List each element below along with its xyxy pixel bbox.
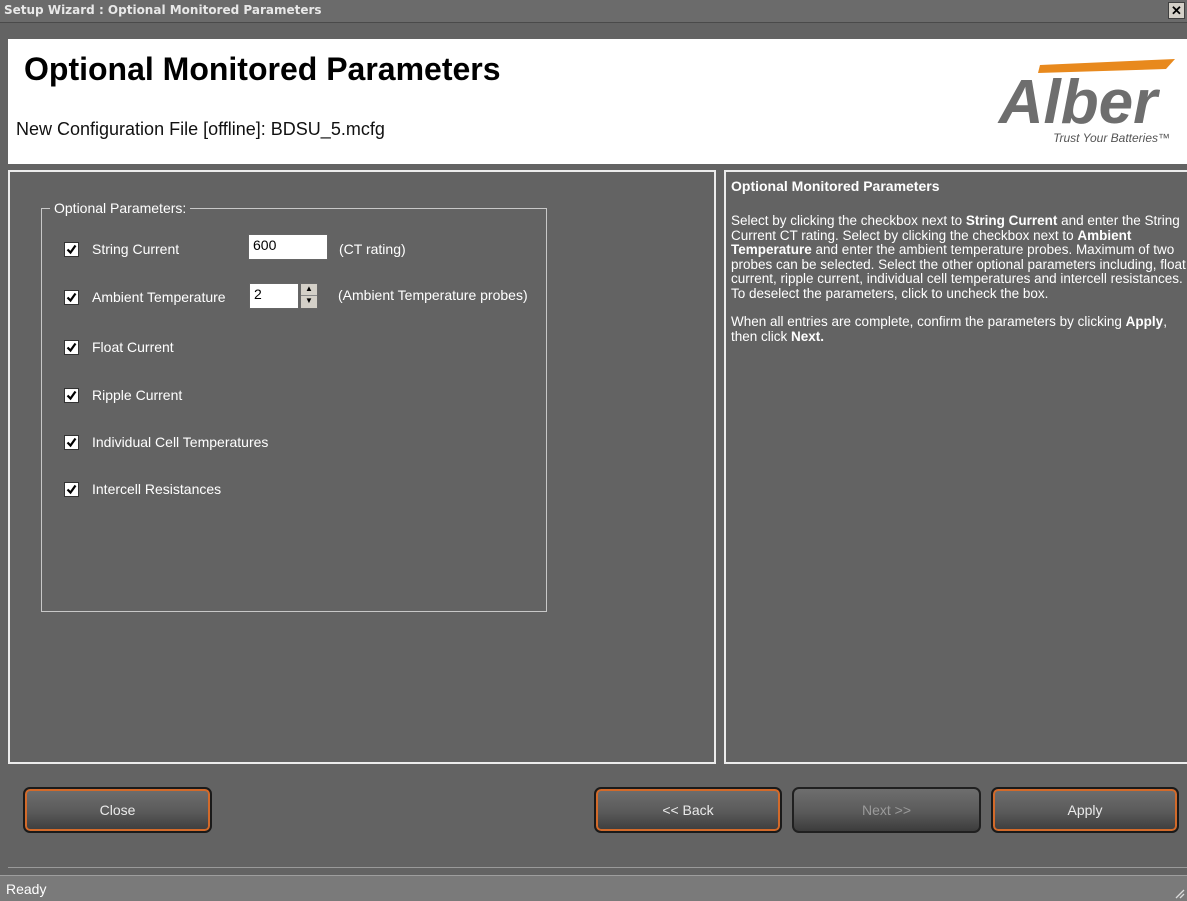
string-current-label: String Current — [92, 241, 180, 257]
resize-grip-icon[interactable] — [1173, 887, 1185, 899]
logo-wordmark: Alber — [997, 68, 1160, 137]
check-icon — [66, 484, 77, 495]
window-title: Setup Wizard : Optional Monitored Parame… — [4, 3, 322, 17]
ripple-current-label: Ripple Current — [92, 387, 183, 403]
spin-down-icon[interactable]: ▼ — [301, 296, 317, 308]
check-icon — [66, 437, 77, 448]
check-icon — [66, 292, 77, 303]
help-paragraph-2: When all entries are complete, confirm t… — [731, 314, 1167, 344]
apply-button[interactable]: Apply — [991, 787, 1179, 833]
probes-spinner[interactable]: ▲ ▼ — [300, 283, 318, 309]
ct-rating-unit: (CT rating) — [339, 241, 406, 257]
status-text: Ready — [6, 881, 47, 897]
ambient-temperature-label: Ambient Temperature — [92, 289, 226, 305]
status-bar: Ready — [0, 875, 1187, 901]
check-icon — [66, 342, 77, 353]
cell-temperatures-label: Individual Cell Temperatures — [92, 434, 269, 450]
probes-count-input[interactable]: 2 — [249, 283, 299, 309]
help-text: Select by clicking the checkbox next to … — [731, 213, 1187, 358]
help-title: Optional Monitored Parameters — [731, 178, 940, 194]
back-button[interactable]: << Back — [594, 787, 782, 833]
config-file-subtitle: New Configuration File [offline]: BDSU_5… — [16, 119, 385, 139]
check-icon — [66, 390, 77, 401]
check-icon — [66, 244, 77, 255]
alber-logo: Alber Trust Your Batteries™ — [997, 59, 1175, 145]
logo-tagline: Trust Your Batteries™ — [1053, 131, 1170, 145]
intercell-resistances-checkbox[interactable] — [64, 482, 79, 497]
ambient-temperature-checkbox[interactable] — [64, 290, 79, 305]
cell-temperatures-checkbox[interactable] — [64, 435, 79, 450]
spin-up-icon[interactable]: ▲ — [301, 284, 317, 296]
header-banner: Optional Monitored Parameters New Config… — [8, 39, 1187, 164]
intercell-resistances-label: Intercell Resistances — [92, 481, 222, 497]
group-legend: Optional Parameters: — [50, 200, 191, 216]
close-button[interactable]: Close — [23, 787, 212, 833]
next-button[interactable]: Next >> — [792, 787, 981, 833]
window-close-button[interactable]: ✕ — [1168, 2, 1185, 19]
parameters-panel: Optional Parameters: String Current Ambi… — [8, 170, 716, 764]
ct-rating-input[interactable]: 600 — [248, 234, 328, 260]
page-title: Optional Monitored Parameters — [24, 51, 501, 87]
title-bar: Setup Wizard : Optional Monitored Parame… — [0, 0, 1187, 23]
probes-unit: (Ambient Temperature probes) — [338, 287, 528, 303]
string-current-checkbox[interactable] — [64, 242, 79, 257]
float-current-label: Float Current — [92, 339, 174, 355]
ripple-current-checkbox[interactable] — [64, 388, 79, 403]
footer-divider — [8, 867, 1187, 868]
help-panel: Optional Monitored Parameters Select by … — [724, 170, 1187, 764]
help-paragraph-1: Select by clicking the checkbox next to … — [731, 213, 1186, 301]
optional-parameters-group: Optional Parameters: String Current Ambi… — [41, 200, 547, 612]
float-current-checkbox[interactable] — [64, 340, 79, 355]
